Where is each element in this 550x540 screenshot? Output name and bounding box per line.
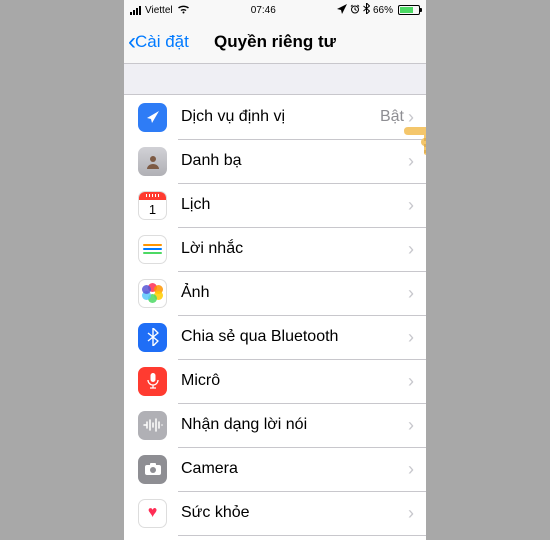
health-icon: ♥ (138, 499, 167, 528)
signal-icon (130, 6, 141, 15)
alarm-icon (350, 4, 360, 17)
row-label: Nhận dạng lời nói (181, 416, 408, 434)
row-reminders[interactable]: Lời nhắc › (124, 227, 426, 271)
nav-bar: ‹ Cài đặt Quyền riêng tư (124, 20, 426, 64)
status-bar: Viettel 07:46 66% (124, 0, 426, 20)
row-calendar[interactable]: 1 Lịch › (124, 183, 426, 227)
battery-icon (398, 5, 420, 15)
row-contacts[interactable]: Danh bạ › (124, 139, 426, 183)
clock: 07:46 (251, 5, 276, 16)
row-label: Lời nhắc (181, 240, 408, 258)
chevron-right-icon: › (408, 283, 414, 304)
bluetooth-status-icon (363, 3, 370, 17)
reminders-icon (138, 235, 167, 264)
chevron-right-icon: › (408, 239, 414, 260)
row-homekit[interactable]: ⌂ HomeKit › (124, 535, 426, 540)
battery-pct: 66% (373, 5, 393, 16)
chevron-right-icon: › (408, 195, 414, 216)
back-button[interactable]: ‹ Cài đặt (124, 30, 189, 54)
phone-frame: Viettel 07:46 66% ‹ Cài đặt Quyền riêng … (124, 0, 426, 540)
location-status-icon (337, 4, 347, 17)
carrier-label: Viettel (145, 5, 173, 16)
contacts-icon (138, 147, 167, 176)
location-arrow-icon (138, 103, 167, 132)
chevron-right-icon: › (408, 327, 414, 348)
calendar-icon: 1 (138, 191, 167, 220)
row-camera[interactable]: Camera › (124, 447, 426, 491)
row-speech-recognition[interactable]: Nhận dạng lời nói › (124, 403, 426, 447)
camera-icon (138, 455, 167, 484)
pointing-hand-icon (396, 118, 426, 168)
row-label: Ảnh (181, 284, 408, 302)
chevron-right-icon: › (408, 459, 414, 480)
chevron-right-icon: › (408, 415, 414, 436)
row-label: Sức khỏe (181, 504, 408, 522)
row-bluetooth-sharing[interactable]: Chia sẻ qua Bluetooth › (124, 315, 426, 359)
photos-icon (138, 279, 167, 308)
settings-list: Dịch vụ định vị Bật › Danh bạ › 1 Lịch ›… (124, 94, 426, 540)
wifi-icon (177, 4, 190, 17)
bluetooth-icon (138, 323, 167, 352)
row-label: Chia sẻ qua Bluetooth (181, 328, 408, 346)
microphone-icon (138, 367, 167, 396)
row-location-services[interactable]: Dịch vụ định vị Bật › (124, 95, 426, 139)
chevron-right-icon: › (408, 503, 414, 524)
row-label: Micrô (181, 372, 408, 390)
section-spacer (124, 64, 426, 94)
chevron-right-icon: › (408, 371, 414, 392)
row-photos[interactable]: Ảnh › (124, 271, 426, 315)
page-title: Quyền riêng tư (214, 32, 336, 52)
row-label: Camera (181, 460, 408, 478)
row-label: Lịch (181, 196, 408, 214)
back-label: Cài đặt (135, 32, 189, 52)
row-health[interactable]: ♥ Sức khỏe › (124, 491, 426, 535)
row-label: Dịch vụ định vị (181, 108, 380, 126)
row-label: Danh bạ (181, 152, 408, 170)
row-microphone[interactable]: Micrô › (124, 359, 426, 403)
waveform-icon (138, 411, 167, 440)
